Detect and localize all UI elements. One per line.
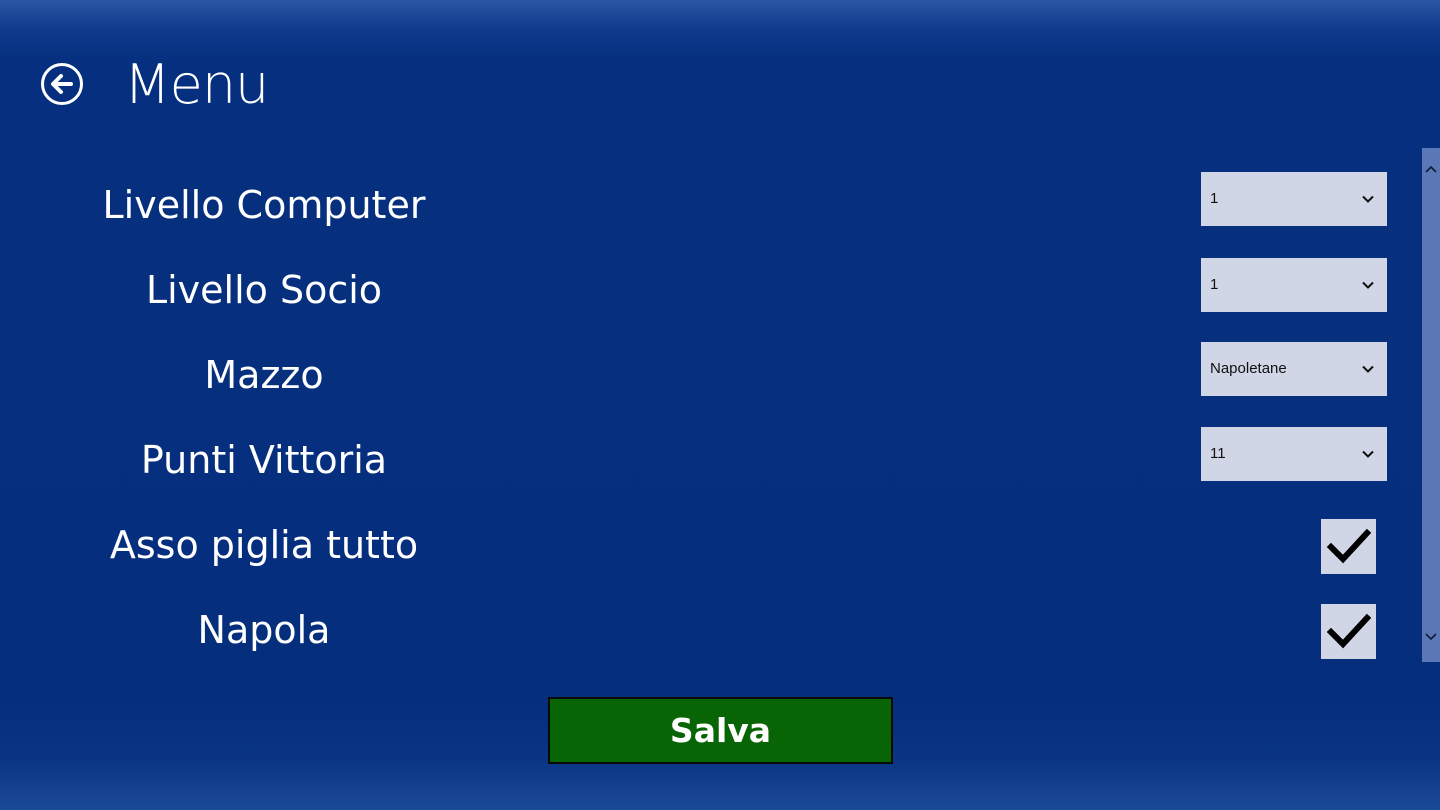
back-button[interactable]	[40, 62, 84, 106]
arrow-left-circle-icon	[41, 63, 83, 105]
vertical-scrollbar[interactable]	[1422, 148, 1440, 662]
label-livello-computer: Livello Computer	[102, 183, 426, 227]
select-value: 1	[1210, 190, 1219, 207]
checkmark-icon	[1327, 528, 1371, 564]
select-punti-vittoria[interactable]: 11	[1201, 427, 1387, 481]
select-value: 1	[1210, 276, 1219, 293]
select-livello-socio[interactable]: 1	[1201, 258, 1387, 312]
select-value: Napoletane	[1210, 360, 1287, 377]
label-mazzo: Mazzo	[204, 353, 324, 397]
chevron-down-icon[interactable]	[1425, 632, 1437, 642]
select-mazzo[interactable]: Napoletane	[1201, 342, 1387, 396]
checkbox-napola[interactable]	[1321, 604, 1376, 659]
app-background	[0, 0, 1440, 810]
chevron-down-icon	[1362, 195, 1374, 203]
save-button[interactable]: Salva	[548, 697, 893, 764]
chevron-down-icon	[1362, 281, 1374, 289]
label-livello-socio: Livello Socio	[145, 268, 383, 312]
checkbox-asso-piglia-tutto[interactable]	[1321, 519, 1376, 574]
chevron-down-icon	[1362, 450, 1374, 458]
chevron-up-icon[interactable]	[1425, 164, 1437, 174]
label-asso-piglia-tutto: Asso piglia tutto	[109, 523, 419, 567]
label-punti-vittoria: Punti Vittoria	[140, 438, 388, 482]
select-value: 11	[1210, 445, 1226, 462]
checkmark-icon	[1327, 613, 1371, 649]
chevron-down-icon	[1362, 365, 1374, 373]
label-napola: Napola	[197, 608, 331, 652]
page-title: Menu	[124, 53, 269, 116]
select-livello-computer[interactable]: 1	[1201, 172, 1387, 226]
